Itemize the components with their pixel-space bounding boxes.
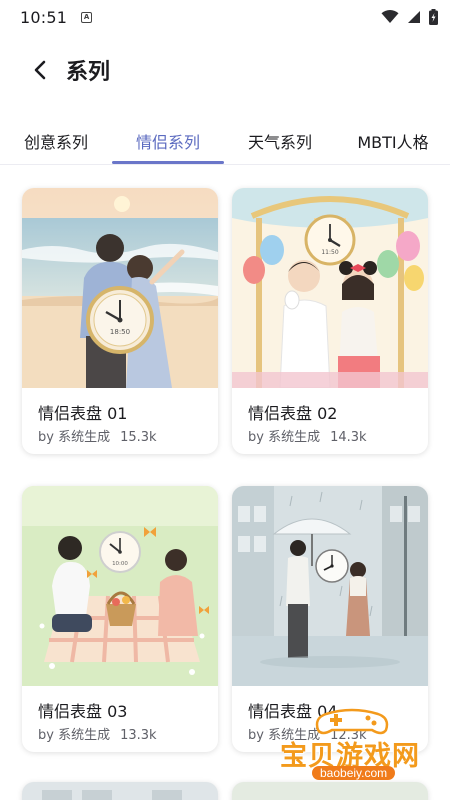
status-bar: 10:51 A [0,0,450,34]
card-author: by 系统生成 [248,430,321,445]
card-count: 14.3k [330,430,367,445]
card-meta: by 系统生成 14.3k [248,426,367,445]
series-tabs: 创意系列 情侣系列 天气系列 MBTI人格 [0,118,450,164]
watch-face-card[interactable]: 18:50 情侣表盘 01 by 系统生成 15.3k [22,188,218,454]
card-meta: by 系统生成 13.3k [38,724,157,743]
tab-couple[interactable]: 情侣系列 [112,118,224,164]
card-thumbnail [22,782,218,800]
signal-icon [408,11,420,23]
card-title: 情侣表盘 03 [38,702,128,721]
watch-face-card[interactable]: 11:50 情侣表盘 02 by 系统生成 14.3k [232,188,428,454]
card-meta: by 系统生成 15.3k [38,426,157,445]
card-title: 情侣表盘 01 [38,404,128,423]
card-author: by 系统生成 [38,430,111,445]
card-thumbnail: 18:50 [22,188,218,388]
status-time: 10:51 [20,7,68,27]
watch-face-card-partial[interactable] [22,782,218,800]
clock-time-label: 18:50 [110,328,130,336]
tab-weather[interactable]: 天气系列 [224,118,336,164]
page-title: 系列 [66,60,111,85]
back-button[interactable] [18,48,62,92]
notification-icon: A [81,11,93,23]
battery-icon [429,9,438,25]
wifi-icon [381,10,399,23]
watch-face-card[interactable]: 10:00 情侣表盘 03 by 系统生成 13.3k [22,486,218,752]
watermark: 宝贝游戏网 baobeiy.com [268,704,450,800]
card-count: 15.3k [120,430,157,445]
tab-creative[interactable]: 创意系列 [0,118,112,164]
app-header: 系列 [0,48,450,92]
clock-time-label: 11:50 [321,249,338,256]
card-thumbnail: 11:50 [232,188,428,388]
card-title: 情侣表盘 02 [248,404,338,423]
card-count: 13.3k [120,728,157,743]
card-author: by 系统生成 [38,728,111,743]
tab-mbti[interactable]: MBTI人格 [336,118,450,164]
watermark-url: baobeiy.com [312,766,396,780]
card-thumbnail: 10:00 [22,486,218,686]
clock-time-label: 10:00 [112,561,128,567]
chevron-left-icon [34,60,46,80]
card-thumbnail [232,486,428,686]
gamepad-icon [315,708,389,735]
tab-divider [0,164,450,165]
